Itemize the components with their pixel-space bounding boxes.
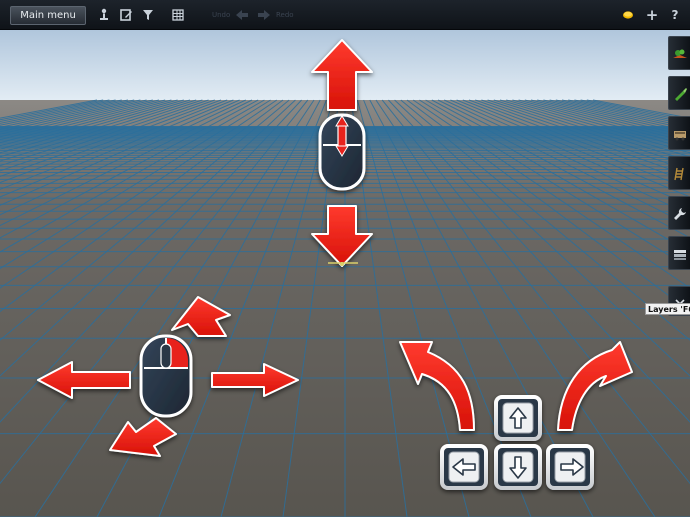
side-tool-wrench[interactable] — [668, 196, 690, 230]
undo-label: Undo — [212, 11, 231, 19]
3d-viewport[interactable] — [0, 30, 690, 517]
redo-label: Redo — [276, 11, 294, 19]
add-button[interactable]: + — [644, 7, 660, 23]
building-wagon-icon — [674, 131, 686, 141]
mouse-wheel-icon — [318, 113, 366, 191]
side-tool-buildings[interactable] — [668, 116, 690, 150]
coin-icon[interactable] — [620, 7, 636, 23]
edit-document-icon[interactable] — [118, 7, 134, 23]
filter-icon[interactable] — [140, 7, 156, 23]
track-ladder-icon — [674, 167, 684, 181]
arrow-left-key-icon — [440, 444, 488, 490]
person-icon[interactable] — [96, 7, 112, 23]
arrow-right-key-icon — [546, 444, 594, 490]
mouse-right-button-icon — [139, 334, 193, 418]
side-tool-layers[interactable] — [668, 236, 690, 270]
help-button[interactable]: ? — [667, 7, 683, 23]
app-window: Main menu Undo Redo + ? Layers 'F — [0, 0, 690, 517]
main-menu-button[interactable]: Main menu — [10, 6, 86, 25]
arrow-up-key-icon — [494, 395, 542, 441]
redo-arrow-icon[interactable] — [256, 7, 272, 23]
top-toolbar: Main menu Undo Redo + ? — [0, 0, 690, 30]
wrench-icon — [674, 208, 686, 220]
undo-arrow-icon[interactable] — [234, 7, 250, 23]
trees-landscape-icon — [673, 49, 687, 58]
grid-icon[interactable] — [170, 7, 186, 23]
side-tool-track[interactable] — [668, 156, 690, 190]
side-tool-trees[interactable] — [668, 36, 690, 70]
brush-paint-icon — [675, 88, 687, 101]
layers-stack-icon — [674, 250, 686, 260]
side-tool-paint[interactable] — [668, 76, 690, 110]
arrow-down-key-icon — [494, 444, 542, 490]
layers-tooltip: Layers 'F6' — [645, 303, 690, 315]
